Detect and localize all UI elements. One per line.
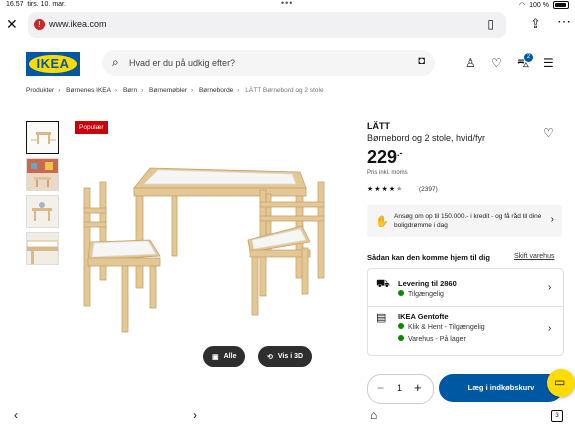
tabs-button[interactable]: 3 xyxy=(551,410,563,422)
click-collect-status: Klik & Hent - Tilgængelig xyxy=(398,323,485,331)
view-3d-label: Vis i 3D xyxy=(277,353,304,360)
quantity-stepper: − 1 + xyxy=(367,374,434,404)
credit-text: Ansøg om op til 150.000.- i kredit - og … xyxy=(394,213,542,229)
closeup-thumb-image xyxy=(27,240,58,264)
detail-thumb-image xyxy=(32,202,52,221)
logo-text: IKEA xyxy=(36,56,70,71)
search-placeholder: Hvad er du på udkig efter? xyxy=(129,58,236,68)
chat-icon: ▭ xyxy=(554,375,566,389)
in-store-status: Varehus - På lager xyxy=(398,335,466,343)
gallery-icon: ▣ xyxy=(212,353,219,361)
breadcrumb-item[interactable]: Produkter xyxy=(26,87,54,94)
store-icon: ▤ xyxy=(376,312,387,324)
multitask-dots[interactable]: ••• xyxy=(281,0,293,8)
popular-badge: Populær xyxy=(75,121,108,134)
breadcrumb: Produkter › Børnenes IKEA › Børn › Børnemøb… xyxy=(26,87,324,94)
url-text: www.ikea.com xyxy=(49,19,107,29)
thumbnail-1[interactable] xyxy=(26,121,59,154)
view-all-button[interactable]: ▣ Alle xyxy=(203,346,246,367)
rating-stars[interactable]: ★★★★★ xyxy=(367,185,403,193)
rotate-3d-icon: ⟲ xyxy=(267,353,273,361)
more-options-icon[interactable]: ⋯ xyxy=(557,13,571,30)
share-icon[interactable]: ⇪ xyxy=(530,16,541,32)
bookmark-icon[interactable]: ▯ xyxy=(487,17,494,31)
change-store-link[interactable]: Skift varehus xyxy=(514,253,554,260)
back-icon[interactable]: ‹ xyxy=(14,408,18,422)
search-input[interactable]: ⌕ Hvad er du på udkig efter? ◘ xyxy=(102,50,435,76)
product-price: 229.- xyxy=(367,147,403,167)
chevron-right-icon: › xyxy=(548,282,552,293)
home-icon[interactable]: ⌂ xyxy=(370,408,377,422)
product-name: LÄTT xyxy=(367,121,390,131)
availability-heading: Sådan kan den komme hjem til dig xyxy=(367,253,490,262)
security-warning-icon: ! xyxy=(34,19,45,30)
delivery-status: Tilgængelig xyxy=(398,290,444,298)
forward-icon[interactable]: › xyxy=(193,408,197,422)
decrease-button[interactable]: − xyxy=(377,381,384,395)
breadcrumb-item[interactable]: Børnenes IKEA xyxy=(66,87,111,94)
chevron-right-icon: › xyxy=(548,323,552,334)
truck-icon: ⛟ xyxy=(376,278,390,290)
hand-coin-icon: ✋ xyxy=(375,216,389,228)
product-description: Børnebord og 2 stole, hvid/fyr xyxy=(367,133,486,143)
status-right: ◠ 100 % xyxy=(519,1,569,9)
view-3d-button[interactable]: ⟲ Vis i 3D xyxy=(258,346,313,367)
battery-icon xyxy=(553,1,569,9)
status-time: 16.57 tirs. 10. mar. xyxy=(6,1,66,8)
chat-button[interactable]: ▭ xyxy=(547,369,575,397)
camera-icon[interactable]: ◘ xyxy=(418,55,425,67)
close-tab-icon[interactable]: ✕ xyxy=(6,16,18,33)
credit-banner[interactable]: ✋ Ansøg om op til 150.000.- i kredit - o… xyxy=(367,205,562,237)
delivery-title: Levering til 2860 xyxy=(398,279,457,288)
availability-panel: ⛟ Levering til 2860 Tilgængelig › ▤ IKEA… xyxy=(367,268,564,356)
table-thumb-image xyxy=(31,132,56,144)
chevron-right-icon: › xyxy=(550,214,554,225)
wifi-icon: ◠ xyxy=(519,2,526,9)
search-icon: ⌕ xyxy=(112,55,119,69)
view-all-label: Alle xyxy=(223,353,237,360)
product-image[interactable] xyxy=(70,150,340,340)
ikea-logo[interactable]: IKEA xyxy=(26,52,80,76)
breadcrumb-item[interactable]: Børn xyxy=(123,87,137,94)
user-icon[interactable]: ♙ xyxy=(465,56,476,70)
thumbnail-4[interactable] xyxy=(26,232,59,265)
address-bar[interactable]: ! www.ikea.com ▯ xyxy=(28,12,506,38)
thumbnail-2[interactable] xyxy=(26,158,59,191)
breadcrumb-item[interactable]: Børneborde xyxy=(199,87,233,94)
quantity-value: 1 xyxy=(397,383,403,393)
room-thumb-image xyxy=(27,159,58,187)
divider xyxy=(368,306,563,307)
favorites-icon[interactable]: ♡ xyxy=(491,56,502,70)
status-bar: 16.57 tirs. 10. mar. ••• ◠ 100 % xyxy=(0,0,575,10)
add-to-cart-button[interactable]: Læg i indkøbskurv xyxy=(439,374,563,402)
battery-text: 100 % xyxy=(529,1,549,9)
favorite-heart-icon[interactable]: ♡ xyxy=(543,126,554,140)
increase-button[interactable]: + xyxy=(414,380,422,395)
store-title: IKEA Gentofte xyxy=(398,312,449,321)
thumbnail-3[interactable] xyxy=(26,195,59,228)
menu-icon[interactable]: ☰ xyxy=(543,56,554,70)
price-note: Pris inkl. moms xyxy=(367,170,408,176)
breadcrumb-current: LÄTT Børnebord og 2 stole xyxy=(245,87,324,94)
review-count[interactable]: (2397) xyxy=(419,186,438,193)
cart-count-badge: 2 xyxy=(524,53,533,62)
breadcrumb-item[interactable]: Børnemøbler xyxy=(149,87,187,94)
